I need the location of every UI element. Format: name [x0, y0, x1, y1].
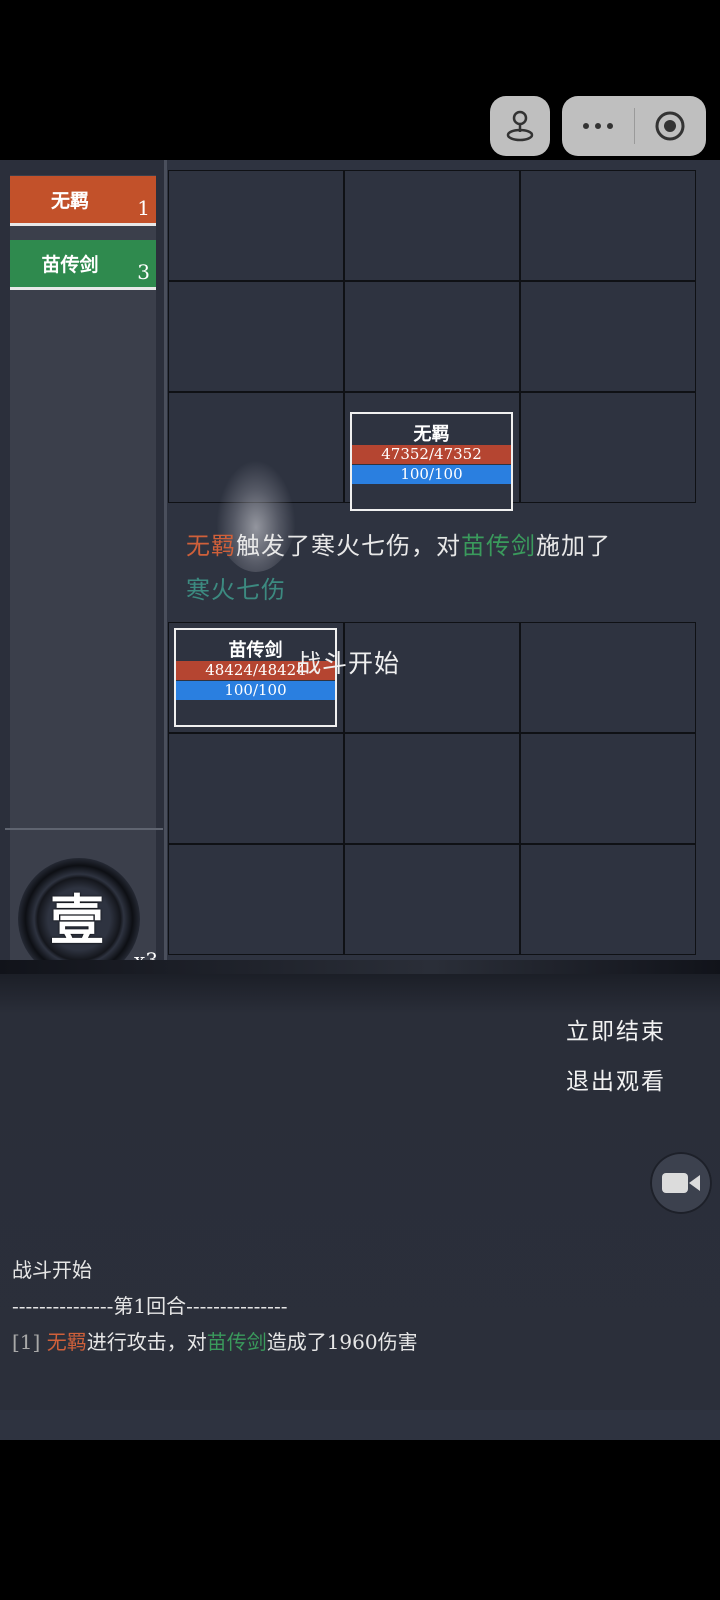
grid-cell[interactable]: [520, 392, 696, 503]
log-entry: [1] 无羁进行攻击，对苗传剑造成了1960伤害: [12, 1324, 418, 1360]
grid-cell[interactable]: [344, 281, 520, 392]
grid-cell[interactable]: [520, 622, 696, 733]
message-verb: 触发了寒火七伤，对: [236, 532, 461, 560]
mp-bar: 100/100: [352, 465, 511, 484]
grid-cell[interactable]: [520, 844, 696, 955]
joystick-icon: [506, 110, 534, 142]
camera-button[interactable]: [650, 1152, 712, 1214]
enemy-unit-card[interactable]: 无羁 47352/47352 100/100: [350, 412, 513, 511]
team-item-enemy[interactable]: 无羁 1: [10, 176, 156, 226]
message-effect: 寒火七伤: [186, 576, 286, 604]
battle-log: 战斗开始 ---------------第1回合--------------- …: [12, 1252, 418, 1360]
log-index: [1]: [12, 1330, 41, 1354]
more-button[interactable]: [562, 96, 634, 156]
combat-message: 无羁触发了寒火七伤，对苗传剑施加了寒火七伤: [186, 524, 696, 612]
video-camera-icon: [662, 1173, 700, 1193]
team-item-count: 3: [137, 260, 150, 284]
more-dots-icon: [582, 123, 613, 129]
grid-divider: [164, 160, 167, 989]
grid-cell[interactable]: [344, 844, 520, 955]
team-item-count: 1: [137, 196, 150, 220]
log-actor: 无羁: [46, 1330, 87, 1354]
ink-stroke-divider: [0, 960, 720, 974]
grid-cell[interactable]: [520, 281, 696, 392]
team-item-name: 苗传剑: [41, 254, 99, 276]
log-text: 造成了1960伤害: [266, 1330, 418, 1354]
unit-name: 无羁: [413, 424, 450, 445]
grid-cell[interactable]: [344, 170, 520, 281]
sidebar-divider: [5, 828, 163, 830]
record-circle-icon: [655, 111, 685, 141]
team-item-ally[interactable]: 苗传剑 3: [10, 240, 156, 290]
miniprogram-capsule: [562, 96, 706, 156]
close-miniprogram-button[interactable]: [635, 96, 707, 156]
mp-bar: 100/100: [176, 681, 335, 700]
grid-cell[interactable]: [168, 281, 344, 392]
grid-cell[interactable]: [520, 170, 696, 281]
team-item-name: 无羁: [50, 190, 89, 212]
message-verb: 施加了: [536, 532, 611, 560]
grid-cell[interactable]: [168, 170, 344, 281]
grid-cell[interactable]: [344, 733, 520, 844]
hp-bar: 47352/47352: [352, 445, 511, 464]
round-seal-char: 壹: [50, 888, 104, 952]
grid-cell[interactable]: [168, 844, 344, 955]
exit-watch-button[interactable]: 退出观看: [566, 1062, 666, 1096]
grid-cell[interactable]: [168, 733, 344, 844]
grid-cell[interactable]: [520, 733, 696, 844]
log-text: 进行攻击，对: [86, 1330, 207, 1354]
message-target: 苗传剑: [461, 532, 536, 560]
log-target: 苗传剑: [206, 1330, 267, 1354]
message-actor: 无羁: [186, 532, 236, 560]
battle-start-float-text: 战斗开始: [296, 649, 401, 678]
joystick-button[interactable]: [490, 96, 550, 156]
log-line: 战斗开始: [12, 1258, 92, 1282]
finish-now-button[interactable]: 立即结束: [566, 1012, 666, 1046]
log-round-header: ---------------第1回合---------------: [12, 1294, 288, 1318]
